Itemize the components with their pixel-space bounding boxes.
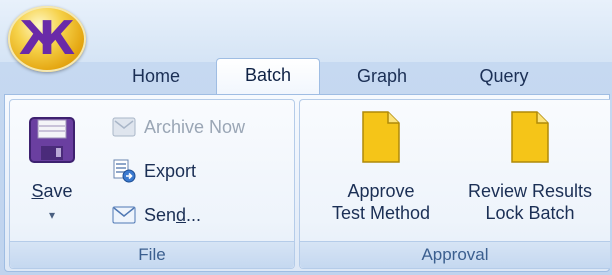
group-file: Save ▾ Archive Now Export Sen d ... File (9, 99, 295, 269)
export-icon (110, 158, 138, 184)
export-button[interactable]: Export (110, 156, 196, 186)
tab-graph-label: Graph (356, 66, 408, 86)
document-icon (510, 110, 550, 164)
archive-now-label: Archive Now (144, 116, 246, 137)
tab-query[interactable]: Query (462, 60, 546, 94)
document-icon (361, 110, 401, 164)
tab-query-label: Query (479, 66, 529, 86)
app-window: Ж Home Batch Graph Query Save ▾ Archive … (0, 0, 612, 275)
approve-line1: Approve (347, 181, 415, 201)
review-results-lock-batch-button[interactable]: Review Results Lock Batch (452, 110, 608, 238)
send-button[interactable]: Sen d... (110, 200, 201, 230)
group-approval: Approve Test Method Review Results Lock … (299, 99, 610, 269)
send-label-prefix: Sen (144, 204, 177, 225)
tab-batch[interactable]: Batch (216, 58, 320, 95)
approve-line2: Test Method (331, 203, 431, 223)
tab-home[interactable]: Home (118, 60, 194, 94)
send-label-suffix: ... (186, 204, 202, 225)
ribbon-panel: Save ▾ Archive Now Export Sen d ... File… (4, 94, 610, 272)
archive-icon (110, 114, 138, 140)
orb-logo-icon: Ж (18, 11, 76, 65)
approve-test-method-button[interactable]: Approve Test Method (316, 110, 446, 238)
send-mnemonic: d (176, 204, 187, 225)
tab-graph[interactable]: Graph (340, 60, 424, 94)
tab-batch-label: Batch (244, 65, 292, 85)
save-dropdown-arrow-icon[interactable]: ▾ (20, 204, 84, 226)
application-menu-orb[interactable]: Ж (8, 6, 86, 72)
envelope-icon (110, 202, 138, 228)
group-file-label: File (10, 241, 294, 268)
review-line2: Lock Batch (485, 203, 575, 223)
save-button[interactable]: Save ▾ (20, 110, 84, 232)
review-line1: Review Results (467, 181, 593, 201)
archive-now-button: Archive Now (110, 112, 245, 142)
save-mnemonic: S (31, 181, 44, 201)
export-label: Export (144, 160, 197, 181)
tab-home-label: Home (131, 66, 180, 86)
save-label-rest: ave (43, 181, 73, 201)
group-approval-label: Approval (300, 241, 610, 268)
floppy-disk-icon (28, 116, 76, 164)
